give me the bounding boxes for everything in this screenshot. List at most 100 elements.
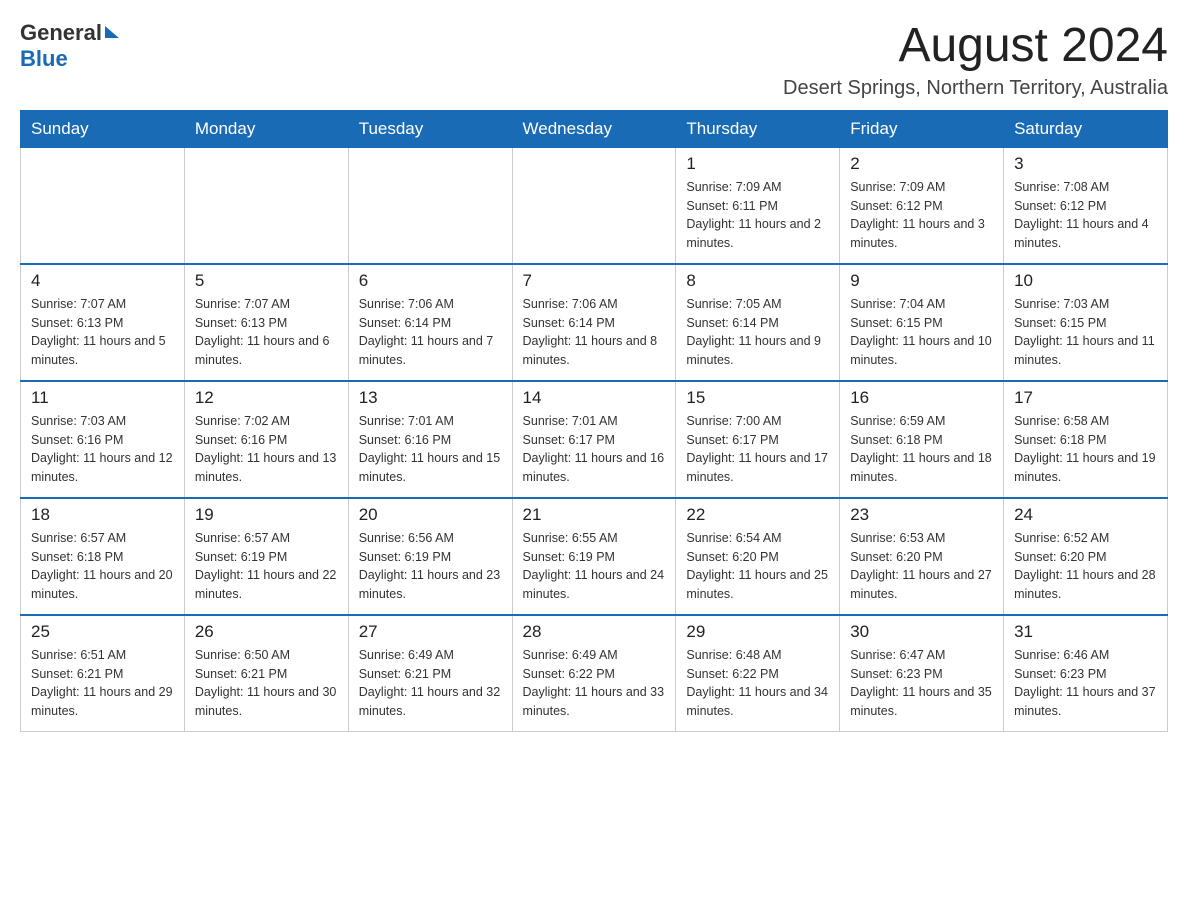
calendar-header-friday: Friday [840, 110, 1004, 147]
day-info: Sunrise: 7:04 AM Sunset: 6:15 PM Dayligh… [850, 295, 993, 370]
calendar-cell: 26 Sunrise: 6:50 AM Sunset: 6:21 PM Dayli… [184, 615, 348, 732]
calendar-cell: 29Sunrise: 6:48 AM Sunset: 6:22 PM Dayli… [676, 615, 840, 732]
calendar-cell: 12 Sunrise: 7:02 AM Sunset: 6:16 PM Dayli… [184, 381, 348, 498]
calendar-cell: 3 Sunrise: 7:08 AM Sunset: 6:12 PM Daylig… [1004, 147, 1168, 264]
calendar-cell: 1 Sunrise: 7:09 AM Sunset: 6:11 PM Daylig… [676, 147, 840, 264]
day-info: Sunrise: 7:08 AM Sunset: 6:12 PM Dayligh… [1014, 178, 1157, 253]
day-number: 11 [31, 388, 174, 408]
day-number: 22 [686, 505, 829, 525]
calendar-header-saturday: Saturday [1004, 110, 1168, 147]
day-number: 23 [850, 505, 993, 525]
day-number: 6 [359, 271, 502, 291]
day-number: 26 [195, 622, 338, 642]
calendar-cell: 23 Sunrise: 6:53 AM Sunset: 6:20 PM Dayli… [840, 498, 1004, 615]
day-number: 31 [1014, 622, 1157, 642]
day-info: Sunrise: 7:09 AM Sunset: 6:12 PM Dayligh… [850, 178, 993, 253]
day-info: Sunrise: 6:58 AM Sunset: 6:18 PM Dayligh… [1014, 412, 1157, 487]
day-number: 3 [1014, 154, 1157, 174]
title-section: August 2024 Desert Springs, Northern Ter… [783, 20, 1168, 100]
logo-general-text: General [20, 20, 102, 46]
day-info: Sunrise: 7:06 AM Sunset: 6:14 PM Dayligh… [359, 295, 502, 370]
day-info: Sunrise: 6:49 AM Sunset: 6:22 PM Dayligh… [523, 646, 666, 721]
calendar-cell: 8 Sunrise: 7:05 AM Sunset: 6:14 PM Daylig… [676, 264, 840, 381]
calendar-cell: 15Sunrise: 7:00 AM Sunset: 6:17 PM Dayli… [676, 381, 840, 498]
calendar-cell [184, 147, 348, 264]
day-info: Sunrise: 6:54 AM Sunset: 6:20 PM Dayligh… [686, 529, 829, 604]
day-info: Sunrise: 6:57 AM Sunset: 6:19 PM Dayligh… [195, 529, 338, 604]
day-info: Sunrise: 6:51 AM Sunset: 6:21 PM Dayligh… [31, 646, 174, 721]
calendar-week-row: 11 Sunrise: 7:03 AM Sunset: 6:16 PM Dayli… [21, 381, 1168, 498]
day-info: Sunrise: 7:02 AM Sunset: 6:16 PM Dayligh… [195, 412, 338, 487]
day-number: 19 [195, 505, 338, 525]
calendar-cell: 19 Sunrise: 6:57 AM Sunset: 6:19 PM Dayli… [184, 498, 348, 615]
logo-blue-text: Blue [20, 46, 68, 72]
calendar-cell: 31 Sunrise: 6:46 AM Sunset: 6:23 PM Dayli… [1004, 615, 1168, 732]
calendar-header-monday: Monday [184, 110, 348, 147]
day-number: 20 [359, 505, 502, 525]
day-info: Sunrise: 7:01 AM Sunset: 6:17 PM Dayligh… [523, 412, 666, 487]
calendar-table: SundayMondayTuesdayWednesdayThursdayFrid… [20, 110, 1168, 732]
day-number: 27 [359, 622, 502, 642]
calendar-week-row: 25 Sunrise: 6:51 AM Sunset: 6:21 PM Dayli… [21, 615, 1168, 732]
day-info: Sunrise: 6:52 AM Sunset: 6:20 PM Dayligh… [1014, 529, 1157, 604]
calendar-cell: 9 Sunrise: 7:04 AM Sunset: 6:15 PM Daylig… [840, 264, 1004, 381]
calendar-cell: 20 Sunrise: 6:56 AM Sunset: 6:19 PM Dayli… [348, 498, 512, 615]
calendar-week-row: 18 Sunrise: 6:57 AM Sunset: 6:18 PM Dayli… [21, 498, 1168, 615]
calendar-header-wednesday: Wednesday [512, 110, 676, 147]
calendar-cell [512, 147, 676, 264]
calendar-cell: 24 Sunrise: 6:52 AM Sunset: 6:20 PM Dayli… [1004, 498, 1168, 615]
day-info: Sunrise: 6:56 AM Sunset: 6:19 PM Dayligh… [359, 529, 502, 604]
calendar-cell: 16Sunrise: 6:59 AM Sunset: 6:18 PM Dayli… [840, 381, 1004, 498]
day-info: Sunrise: 6:47 AM Sunset: 6:23 PM Dayligh… [850, 646, 993, 721]
day-info: Sunrise: 7:09 AM Sunset: 6:11 PM Dayligh… [686, 178, 829, 253]
calendar-cell: 2 Sunrise: 7:09 AM Sunset: 6:12 PM Daylig… [840, 147, 1004, 264]
day-number: 13 [359, 388, 502, 408]
day-number: 2 [850, 154, 993, 174]
day-info: Sunrise: 6:50 AM Sunset: 6:21 PM Dayligh… [195, 646, 338, 721]
day-info: Sunrise: 6:46 AM Sunset: 6:23 PM Dayligh… [1014, 646, 1157, 721]
calendar-header-thursday: Thursday [676, 110, 840, 147]
calendar-cell: 17 Sunrise: 6:58 AM Sunset: 6:18 PM Dayli… [1004, 381, 1168, 498]
calendar-cell: 25 Sunrise: 6:51 AM Sunset: 6:21 PM Dayli… [21, 615, 185, 732]
day-number: 5 [195, 271, 338, 291]
calendar-cell [21, 147, 185, 264]
calendar-cell [348, 147, 512, 264]
day-info: Sunrise: 7:05 AM Sunset: 6:14 PM Dayligh… [686, 295, 829, 370]
page-header: General Blue August 2024 Desert Springs,… [20, 20, 1168, 100]
day-info: Sunrise: 6:59 AM Sunset: 6:18 PM Dayligh… [850, 412, 993, 487]
day-number: 9 [850, 271, 993, 291]
calendar-cell: 5Sunrise: 7:07 AM Sunset: 6:13 PM Daylig… [184, 264, 348, 381]
day-info: Sunrise: 6:53 AM Sunset: 6:20 PM Dayligh… [850, 529, 993, 604]
day-number: 24 [1014, 505, 1157, 525]
calendar-cell: 18 Sunrise: 6:57 AM Sunset: 6:18 PM Dayli… [21, 498, 185, 615]
day-info: Sunrise: 6:55 AM Sunset: 6:19 PM Dayligh… [523, 529, 666, 604]
calendar-cell: 21Sunrise: 6:55 AM Sunset: 6:19 PM Dayli… [512, 498, 676, 615]
day-number: 28 [523, 622, 666, 642]
day-number: 30 [850, 622, 993, 642]
day-info: Sunrise: 6:57 AM Sunset: 6:18 PM Dayligh… [31, 529, 174, 604]
calendar-cell: 10Sunrise: 7:03 AM Sunset: 6:15 PM Dayli… [1004, 264, 1168, 381]
calendar-cell: 7Sunrise: 7:06 AM Sunset: 6:14 PM Daylig… [512, 264, 676, 381]
calendar-cell: 13 Sunrise: 7:01 AM Sunset: 6:16 PM Dayli… [348, 381, 512, 498]
day-number: 18 [31, 505, 174, 525]
calendar-cell: 14 Sunrise: 7:01 AM Sunset: 6:17 PM Dayli… [512, 381, 676, 498]
day-number: 1 [686, 154, 829, 174]
day-number: 29 [686, 622, 829, 642]
day-info: Sunrise: 7:01 AM Sunset: 6:16 PM Dayligh… [359, 412, 502, 487]
calendar-header-sunday: Sunday [21, 110, 185, 147]
calendar-cell: 28 Sunrise: 6:49 AM Sunset: 6:22 PM Dayli… [512, 615, 676, 732]
day-info: Sunrise: 7:03 AM Sunset: 6:16 PM Dayligh… [31, 412, 174, 487]
calendar-week-row: 1 Sunrise: 7:09 AM Sunset: 6:11 PM Daylig… [21, 147, 1168, 264]
day-number: 14 [523, 388, 666, 408]
day-number: 12 [195, 388, 338, 408]
day-number: 8 [686, 271, 829, 291]
logo-triangle-icon [105, 26, 119, 38]
day-number: 4 [31, 271, 174, 291]
calendar-week-row: 4 Sunrise: 7:07 AM Sunset: 6:13 PM Daylig… [21, 264, 1168, 381]
day-info: Sunrise: 7:07 AM Sunset: 6:13 PM Dayligh… [31, 295, 174, 370]
calendar-header-tuesday: Tuesday [348, 110, 512, 147]
day-number: 17 [1014, 388, 1157, 408]
day-number: 25 [31, 622, 174, 642]
day-info: Sunrise: 7:03 AM Sunset: 6:15 PM Dayligh… [1014, 295, 1157, 370]
logo: General Blue [20, 20, 119, 72]
